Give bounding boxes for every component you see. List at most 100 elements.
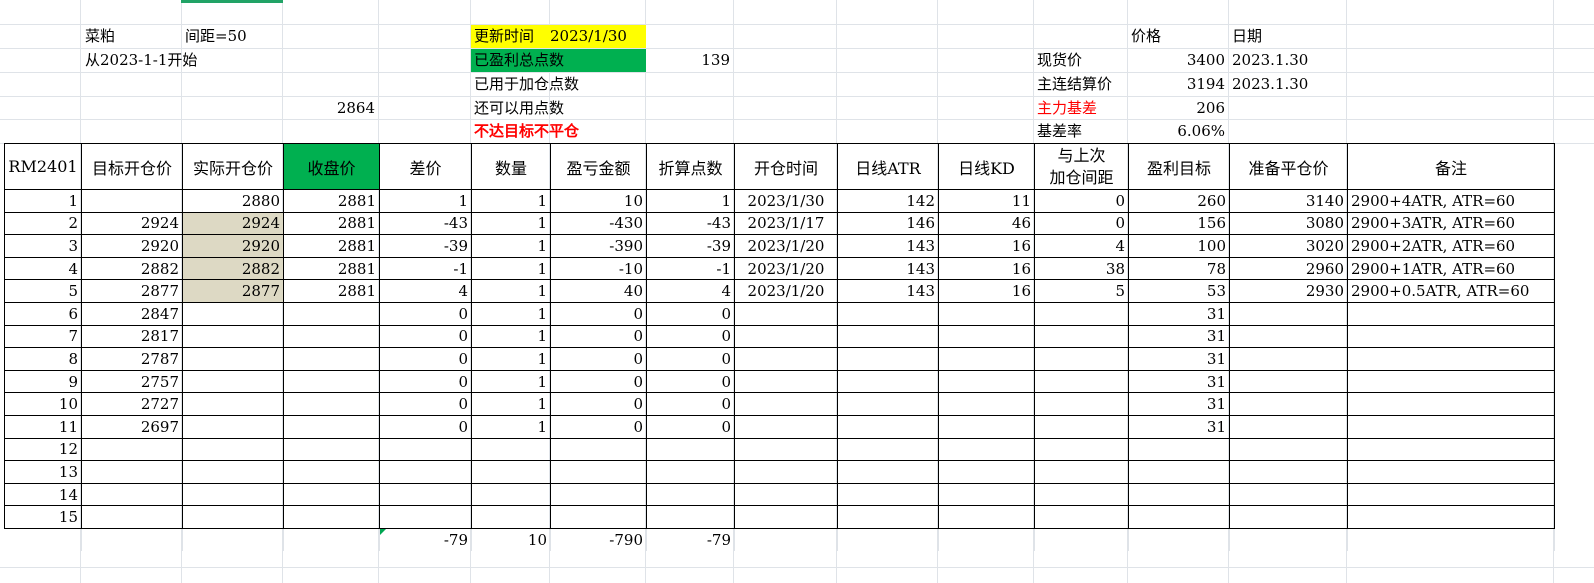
cell-daily-kd[interactable] [938, 301, 1035, 326]
cell-price-diff[interactable] [379, 482, 472, 507]
cell-open-time[interactable]: 2023/1/17 [734, 211, 838, 236]
total-profit-target[interactable] [1128, 528, 1230, 551]
cell-open-time[interactable] [734, 482, 838, 507]
cell-open-time[interactable]: 2023/1/30 [734, 189, 838, 213]
cell-close-price[interactable] [283, 460, 380, 484]
cell-converted-points[interactable] [646, 460, 735, 484]
cell-row-index[interactable]: 1 [4, 189, 82, 213]
cell-converted-points[interactable]: 0 [646, 414, 735, 439]
cell-quantity[interactable]: 1 [471, 324, 551, 349]
total-quantity[interactable]: 10 [471, 528, 551, 551]
cell-pnl-amount[interactable] [550, 437, 647, 462]
cell-price-diff[interactable]: 4 [379, 279, 472, 303]
cell-actual-open-price[interactable]: 2877 [182, 279, 284, 303]
cell-profit-target[interactable]: 31 [1128, 392, 1230, 416]
cell-profit-target[interactable] [1128, 460, 1230, 484]
cell-profit-target[interactable]: 100 [1128, 234, 1230, 258]
cell-open-time[interactable]: 2023/1/20 [734, 256, 838, 281]
cell-actual-open-price[interactable] [182, 392, 284, 416]
cell-planned-close-price[interactable]: 3080 [1229, 211, 1348, 236]
cell-daily-atr[interactable] [837, 460, 939, 484]
cell-converted-points[interactable] [646, 482, 735, 507]
cell-distance-from-last[interactable] [1034, 347, 1129, 371]
cell-row-index[interactable]: 7 [4, 324, 82, 349]
cell-profit-target[interactable]: 53 [1128, 279, 1230, 303]
commodity-label[interactable]: 菜粕 [82, 25, 181, 48]
cell-close-price[interactable]: 2881 [283, 256, 380, 281]
cell-row-index[interactable]: 2 [4, 211, 82, 236]
cell-converted-points[interactable]: 0 [646, 369, 735, 394]
cell-actual-open-price[interactable] [182, 324, 284, 349]
cell-quantity[interactable]: 1 [471, 211, 551, 236]
header-profit-target[interactable]: 盈利目标 [1128, 143, 1230, 190]
cell-profit-target[interactable]: 260 [1128, 189, 1230, 213]
cell-planned-close-price[interactable] [1229, 347, 1348, 371]
cell-daily-atr[interactable] [837, 392, 939, 416]
cell-quantity[interactable]: 1 [471, 189, 551, 213]
cell-target-open-price[interactable]: 2882 [81, 256, 183, 281]
cell-target-open-price[interactable]: 2817 [81, 324, 183, 349]
cell-row-index[interactable]: 15 [4, 505, 82, 529]
cell-profit-target[interactable]: 78 [1128, 256, 1230, 281]
cell-target-open-price[interactable] [81, 505, 183, 529]
cell-profit-target[interactable] [1128, 505, 1230, 529]
cell-planned-close-price[interactable]: 2960 [1229, 256, 1348, 281]
cell-pnl-amount[interactable]: -10 [550, 256, 647, 281]
cell-row-index[interactable]: 6 [4, 301, 82, 326]
price-header[interactable]: 价格 [1128, 25, 1228, 48]
cell-daily-atr[interactable] [837, 301, 939, 326]
warning-text[interactable]: 不达目标不平仓 [471, 120, 646, 143]
total-profit-label[interactable]: 已盈利总点数 [471, 49, 646, 72]
cell-close-price[interactable] [283, 369, 380, 394]
cell-target-open-price[interactable]: 2757 [81, 369, 183, 394]
cell-open-time[interactable]: 2023/1/20 [734, 279, 838, 303]
cell-close-price[interactable] [283, 324, 380, 349]
cell-daily-atr[interactable]: 143 [837, 256, 939, 281]
spot-price-label[interactable]: 现货价 [1034, 49, 1127, 72]
cell-close-price[interactable] [283, 437, 380, 462]
cell-pnl-amount[interactable]: 40 [550, 279, 647, 303]
cell-notes[interactable] [1347, 437, 1555, 462]
cell-target-open-price[interactable] [81, 437, 183, 462]
cell-daily-kd[interactable] [938, 505, 1035, 529]
basis-rate-value[interactable]: 6.06% [1127, 120, 1228, 143]
cell-close-price[interactable]: 2881 [283, 234, 380, 258]
header-contract[interactable]: RM2401 [4, 143, 82, 190]
cell-planned-close-price[interactable]: 3020 [1229, 234, 1348, 258]
cell-open-time[interactable] [734, 347, 838, 371]
cell-actual-open-price[interactable] [182, 482, 284, 507]
total-planned-close-price[interactable] [1229, 528, 1348, 551]
cell-profit-target[interactable]: 156 [1128, 211, 1230, 236]
cell-close-price[interactable]: 2881 [283, 211, 380, 236]
total-actual-open-price[interactable] [182, 528, 284, 551]
cell-row-index[interactable]: 5 [4, 279, 82, 303]
cell-target-open-price[interactable]: 2920 [81, 234, 183, 258]
cell-close-price[interactable] [283, 347, 380, 371]
update-time-cell[interactable]: 更新时间 2023/1/30 [471, 25, 646, 48]
cell-open-time[interactable] [734, 324, 838, 349]
total-daily-atr[interactable] [837, 528, 939, 551]
cell-daily-atr[interactable]: 146 [837, 211, 939, 236]
cell-pnl-amount[interactable]: 0 [550, 392, 647, 416]
cell-row-index[interactable]: 14 [4, 482, 82, 507]
cell-pnl-amount[interactable]: -430 [550, 211, 647, 236]
cell-quantity[interactable]: 1 [471, 347, 551, 371]
cell-daily-kd[interactable] [938, 324, 1035, 349]
header-actual-open-price[interactable]: 实际开仓价 [182, 143, 284, 190]
cell-daily-atr[interactable] [837, 369, 939, 394]
total-profit-value[interactable]: 139 [645, 49, 733, 72]
header-target-open-price[interactable]: 目标开仓价 [81, 143, 183, 190]
cell-distance-from-last[interactable] [1034, 460, 1129, 484]
cell-planned-close-price[interactable] [1229, 505, 1348, 529]
header-daily-kd[interactable]: 日线KD [938, 143, 1035, 190]
cell-actual-open-price[interactable] [182, 301, 284, 326]
cell-daily-atr[interactable] [837, 324, 939, 349]
cell-notes[interactable] [1347, 414, 1555, 439]
cell-actual-open-price[interactable]: 2924 [182, 211, 284, 236]
cell-notes[interactable]: 2900+2ATR, ATR=60 [1347, 234, 1555, 258]
cell-planned-close-price[interactable] [1229, 324, 1348, 349]
cell-quantity[interactable]: 1 [471, 279, 551, 303]
cell-price-diff[interactable]: 0 [379, 347, 472, 371]
cell-quantity[interactable]: 1 [471, 256, 551, 281]
cell-close-price[interactable] [283, 482, 380, 507]
